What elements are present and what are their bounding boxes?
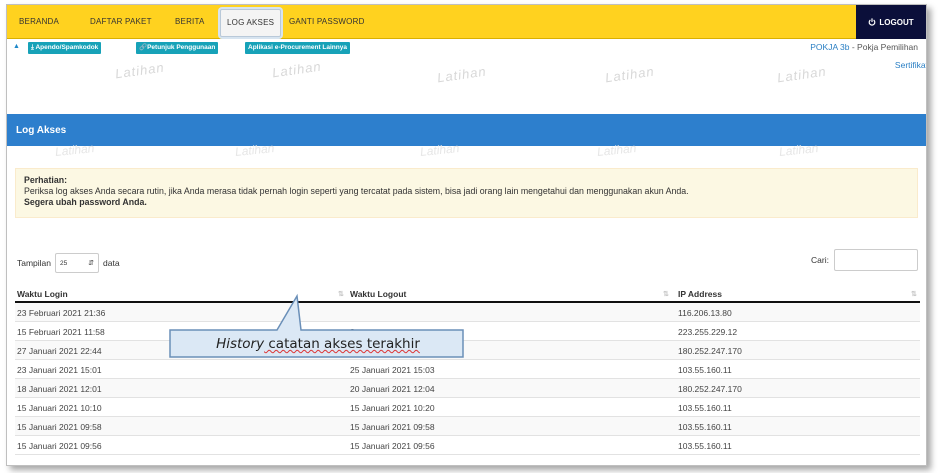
cell-ip-address: 223.255.229.12 [678, 327, 738, 337]
watermark: Latihan [776, 63, 828, 86]
cell-ip-address: 116.206.13.80 [678, 308, 732, 318]
watermark: Latihan [54, 140, 95, 160]
cell-waktu-login: 23 Februari 2021 21:36 [17, 308, 106, 318]
watermark: Latihan [436, 63, 488, 86]
power-icon [869, 18, 876, 26]
watermark: Latihan [271, 58, 323, 81]
notice-body: Periksa log akses Anda secara rutin, jik… [24, 186, 689, 196]
cell-waktu-logout: 15 Januari 2021 09:56 [350, 441, 435, 451]
cell-waktu-login: 27 Januari 2021 22:44 [17, 346, 102, 356]
table-row: 23 Februari 2021 21:36 116.206.13.80 [15, 303, 920, 322]
log-table: Waktu Login ⇅ Waktu Logout ⇅ IP Address … [15, 285, 920, 455]
callout-text: History catatan akses terakhir [170, 331, 466, 357]
nav-ganti-password[interactable]: GANTI PASSWORD [289, 5, 365, 39]
pokja-info: POKJA 3b - Pokja Pemilihan [810, 42, 918, 52]
cell-waktu-logout: 20 Januari 2021 12:04 [350, 384, 435, 394]
link-icon: 🔗 [139, 44, 148, 51]
table-row: 15 Januari 2021 09:56 15 Januari 2021 09:… [15, 436, 920, 455]
app-window: BERANDA DAFTAR PAKET BERITA LOG AKSES GA… [6, 4, 927, 466]
nav-daftar-paket[interactable]: DAFTAR PAKET [90, 5, 152, 39]
watermark: Latihan [778, 140, 819, 160]
search-label: Cari: [811, 255, 829, 265]
cell-ip-address: 180.252.247.170 [678, 384, 742, 394]
watermark: Latihan [419, 140, 460, 160]
table-row: 15 Januari 2021 09:58 15 Januari 2021 09:… [15, 417, 920, 436]
watermark: Latihan [114, 59, 166, 82]
sub-toolbar: ▲ ⤓ Apendo/Spamkodok 🔗Petunjuk Penggunaa… [7, 40, 926, 70]
cell-waktu-login: 15 Januari 2021 10:10 [17, 403, 102, 413]
nav-beranda[interactable]: BERANDA [19, 5, 59, 39]
table-row: 15 Februari 2021 11:588223.255.229.12 [15, 322, 920, 341]
table-row: 27 Januari 2021 22:446180.252.247.170 [15, 341, 920, 360]
notice-title: Perhatian: [24, 175, 68, 185]
chip-petunjuk-label: Petunjuk Penggunaan [147, 44, 216, 51]
page-length-value: 25 [60, 259, 68, 267]
cell-waktu-login: 15 Februari 2021 11:58 [17, 327, 105, 337]
chip-apendo[interactable]: ⤓ Apendo/Spamkodok [28, 42, 102, 54]
column-header-login[interactable]: Waktu Login [17, 289, 68, 299]
logout-label: LOGOUT [879, 17, 914, 27]
pokja-name: Pokja Pemilihan [857, 42, 918, 52]
watermark: Latihan [604, 63, 656, 86]
chip-petunjuk[interactable]: 🔗Petunjuk Penggunaan [136, 42, 219, 54]
table-row: 18 Januari 2021 12:01 20 Januari 2021 12:… [15, 379, 920, 398]
cell-waktu-login: 15 Januari 2021 09:58 [17, 422, 102, 432]
sort-arrows-icon[interactable]: ⇅ [911, 290, 917, 298]
section-header: Log Akses [7, 114, 926, 146]
watermark: Latihan [234, 140, 275, 160]
cell-ip-address: 103.55.160.11 [678, 422, 732, 432]
table-body: 23 Februari 2021 21:36 116.206.13.80 15 Fe… [15, 303, 920, 455]
warning-notice: Perhatian: Periksa log akses Anda secara… [15, 168, 918, 218]
page-length-control: Tampilan 25 ⇵ data [17, 253, 120, 273]
watermark: Latihan [596, 140, 637, 160]
section-title: Log Akses [16, 125, 67, 136]
page-length-suffix: data [103, 258, 120, 268]
sort-arrows-icon[interactable]: ⇅ [663, 290, 669, 298]
cell-ip-address: 103.55.160.11 [678, 403, 732, 413]
callout-italic: History [216, 336, 265, 352]
column-header-ip[interactable]: IP Address [678, 289, 722, 299]
table-row: 15 Januari 2021 10:10 15 Januari 2021 10:… [15, 398, 920, 417]
cell-waktu-logout: 15 Januari 2021 10:20 [350, 403, 435, 413]
search-control: Cari: [811, 249, 918, 271]
search-input[interactable] [834, 249, 918, 271]
top-navigation: BERANDA DAFTAR PAKET BERITA LOG AKSES GA… [7, 5, 926, 39]
caret-up-icon[interactable]: ▲ [13, 43, 20, 50]
pokja-separator: - [849, 42, 858, 52]
select-arrows-icon: ⇵ [88, 260, 95, 267]
page-length-select[interactable]: 25 ⇵ [55, 253, 100, 273]
cell-waktu-logout: 15 Januari 2021 09:58 [350, 422, 435, 432]
notice-warning: Segera ubah password Anda. [24, 197, 147, 207]
nav-log-akses[interactable]: LOG AKSES [220, 9, 282, 37]
nav-berita[interactable]: BERITA [175, 5, 205, 39]
chip-apendo-label: Apendo/Spamkodok [35, 44, 99, 51]
pokja-code[interactable]: POKJA 3b [810, 42, 849, 52]
logout-button[interactable]: LOGOUT [856, 5, 926, 39]
cell-waktu-login: 15 Januari 2021 09:56 [17, 441, 102, 451]
sertifikat-link[interactable]: Sertifikat [895, 60, 926, 70]
cell-waktu-login: 23 Januari 2021 15:01 [17, 365, 102, 375]
table-header: Waktu Login ⇅ Waktu Logout ⇅ IP Address … [15, 285, 920, 303]
cell-ip-address: 103.55.160.11 [678, 441, 732, 451]
cell-waktu-logout: 25 Januari 2021 15:03 [350, 365, 435, 375]
cell-waktu-login: 18 Januari 2021 12:01 [17, 384, 102, 394]
cell-ip-address: 180.252.247.170 [678, 346, 742, 356]
table-row: 23 Januari 2021 15:01 25 Januari 2021 15:… [15, 360, 920, 379]
page-length-label: Tampilan [17, 258, 52, 268]
chip-aplikasi-lainnya[interactable]: Aplikasi e-Procurement Lainnya [245, 42, 350, 54]
cell-ip-address: 103.55.160.11 [678, 365, 732, 375]
callout-rest: catatan akses terakhir [264, 336, 420, 352]
